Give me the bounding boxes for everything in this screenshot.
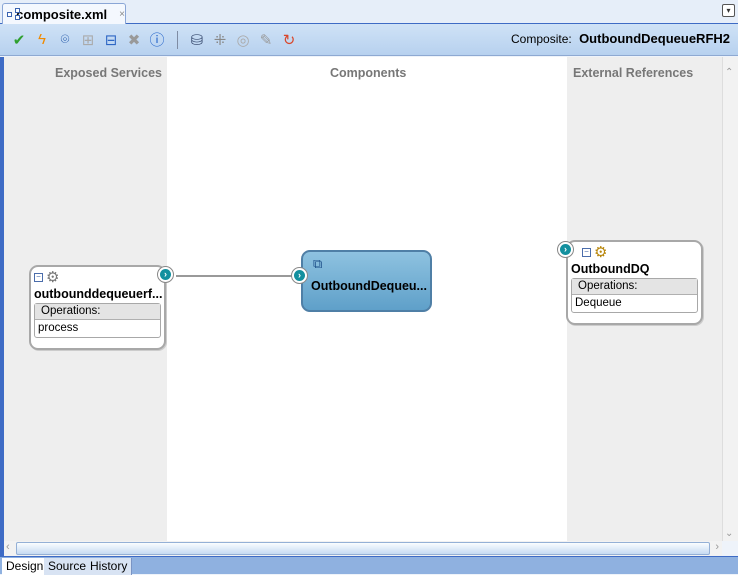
scroll-right-icon[interactable]: › — [715, 541, 719, 553]
exposed-services-title: Exposed Services — [55, 66, 163, 80]
horizontal-scrollbar[interactable]: ‹ › — [4, 541, 722, 556]
component-name: OutboundDequeu... — [311, 279, 427, 293]
operation-item[interactable]: Dequeue — [572, 295, 697, 312]
components-title: Components — [330, 66, 407, 80]
remove-icon[interactable]: ⊟ — [100, 29, 122, 51]
tab-history[interactable]: History — [86, 558, 133, 575]
disk-icon[interactable]: ◎ — [232, 29, 254, 51]
horizontal-scroll-thumb[interactable] — [16, 542, 710, 555]
validate-icon[interactable]: ✔ — [8, 29, 30, 51]
operation-item[interactable]: process — [35, 320, 160, 337]
toolbar-separator — [177, 30, 178, 49]
collapse-icon[interactable]: − — [582, 247, 591, 257]
composite-label: Composite: OutboundDequeueRFH2 — [511, 31, 730, 46]
mediator-component[interactable]: ⧉ OutboundDequeu... — [301, 250, 432, 312]
composite-label-text: Composite: — [511, 32, 572, 46]
chevron-right-icon: › — [560, 244, 571, 255]
toolbar: ✔ ϟ ⌾ ⊞ ⊟ ✖ ⓘ ⛁ ⁜ ◎ ✎ ↻ Composite: OutboundDequeueR… — [0, 24, 738, 56]
add-icon[interactable]: ⊞ — [77, 29, 99, 51]
component-port[interactable]: › — [291, 267, 308, 284]
service-port[interactable]: › — [157, 266, 174, 283]
service-name: outbounddequeuerf... — [34, 287, 163, 301]
scroll-left-icon[interactable]: ‹ — [6, 541, 10, 553]
wire-connection[interactable] — [176, 275, 293, 277]
chevron-right-icon: › — [294, 270, 305, 281]
close-tab-icon[interactable]: × — [119, 9, 125, 20]
exposed-service-card[interactable]: − ⚙ outbounddequeuerf... Operations: pro… — [29, 265, 166, 350]
chevron-right-icon: › — [160, 269, 171, 280]
adapter-gear-icon: ⚙ — [46, 269, 60, 286]
editor-tabstrip: composite.xml × ▾ — [0, 0, 738, 25]
info-icon[interactable]: ⓘ — [146, 29, 168, 51]
reference-operations: Operations: Dequeue — [571, 278, 698, 313]
collapse-icon[interactable]: − — [34, 272, 43, 282]
scroll-down-icon[interactable]: ⌄ — [725, 528, 733, 539]
deploy-icon[interactable]: ↻ — [278, 29, 300, 51]
bottom-tabbar: Design Source History — [0, 556, 738, 575]
adapter-gear-icon: ⚙ — [594, 244, 608, 261]
lightning-icon[interactable]: ϟ — [31, 29, 53, 51]
composite-file-icon — [7, 7, 20, 22]
edit-icon[interactable]: ✎ — [255, 29, 277, 51]
tab-composite-xml[interactable]: composite.xml × — [2, 3, 126, 25]
vertical-scrollbar[interactable]: ⌃ ⌄ — [722, 57, 738, 541]
scroll-up-icon[interactable]: ⌃ — [725, 67, 733, 78]
tab-list-menu-icon[interactable]: ▾ — [722, 4, 735, 17]
tab-label: composite.xml — [16, 7, 108, 22]
composite-name: OutboundDequeueRFH2 — [579, 31, 730, 46]
external-references-title: External References — [573, 66, 694, 80]
delete-icon[interactable]: ✖ — [123, 29, 145, 51]
database-icon[interactable]: ⛁ — [186, 29, 208, 51]
network-icon[interactable]: ⁜ — [209, 29, 231, 51]
reference-port[interactable]: › — [557, 241, 574, 258]
operations-header: Operations: — [572, 279, 697, 295]
mediator-icon: ⧉ — [313, 256, 323, 271]
tab-design[interactable]: Design — [2, 558, 49, 575]
operations-header: Operations: — [35, 304, 160, 320]
antenna-icon[interactable]: ⌾ — [54, 29, 76, 51]
service-operations: Operations: process — [34, 303, 161, 338]
reference-name: OutboundDQ — [571, 262, 650, 276]
external-reference-card[interactable]: − ⚙ OutboundDQ Operations: Dequeue — [566, 240, 703, 325]
tab-source[interactable]: Source — [44, 558, 92, 575]
